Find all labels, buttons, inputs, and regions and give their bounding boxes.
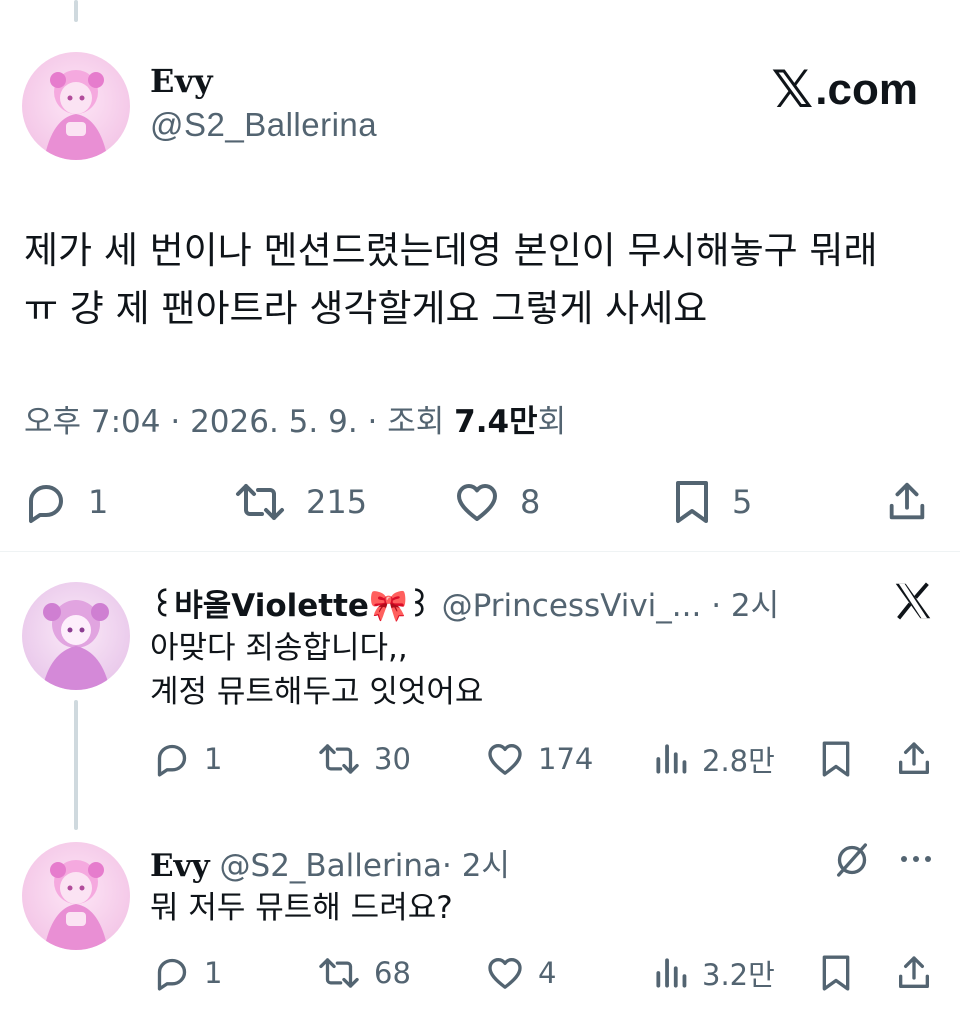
reply-author-handle[interactable]: @S2_Ballerina bbox=[220, 848, 442, 884]
reply-icon bbox=[157, 958, 187, 991]
like-count: 4 bbox=[538, 956, 557, 990]
thread-line-top bbox=[74, 0, 78, 22]
share-button[interactable] bbox=[894, 738, 946, 780]
reply-button[interactable]: 1 bbox=[152, 952, 222, 994]
reply-header: ꒰뱌올Violette🎀꒱ @PrincessVivi_... · 2시 bbox=[150, 580, 779, 625]
reply-author-name[interactable]: Evy bbox=[150, 848, 210, 884]
retweet-count: 68 bbox=[374, 956, 411, 990]
reply-time[interactable]: · 2시 bbox=[711, 588, 779, 624]
reply-text: 아맞다 죄송합니다,, 계정 뮤트해두고 잇엇어요 bbox=[150, 630, 484, 710]
retweet-icon bbox=[319, 744, 359, 774]
views-button[interactable]: 2.8만 bbox=[652, 738, 775, 780]
grok-icon[interactable] bbox=[832, 840, 872, 880]
reply-author-handle[interactable]: @PrincessVivi_... bbox=[442, 588, 702, 624]
more-icon[interactable] bbox=[896, 844, 936, 874]
tweet-meta: 오후 7:04 · 2026. 5. 9. · 조회 7.4만회 bbox=[24, 396, 566, 441]
like-button[interactable]: 174 bbox=[484, 738, 593, 780]
site-label: .com bbox=[815, 65, 918, 114]
divider bbox=[0, 551, 960, 552]
retweet-count: 30 bbox=[374, 742, 411, 776]
thread-line-middle bbox=[74, 700, 78, 830]
retweet-icon bbox=[319, 958, 359, 988]
reply-count: 1 bbox=[204, 956, 223, 990]
views-count: 3.2만 bbox=[702, 958, 775, 992]
bookmark-icon bbox=[822, 741, 850, 777]
reply-icon bbox=[157, 744, 187, 777]
avatar[interactable] bbox=[22, 842, 130, 950]
x-logo-icon bbox=[890, 578, 936, 624]
share-icon bbox=[889, 482, 925, 520]
retweet-count: 215 bbox=[306, 483, 368, 521]
reply-header: Evy @S2_Ballerina· 2시 bbox=[150, 840, 510, 885]
reply-author-name[interactable]: ꒰뱌올Violette🎀꒱ bbox=[150, 588, 432, 624]
bookmark-count: 5 bbox=[732, 483, 753, 521]
avatar[interactable] bbox=[22, 52, 130, 160]
reply-count: 1 bbox=[88, 483, 109, 521]
tweet-text-line1: 제가 세 번이나 멘션드렸는데영 본인이 무시해놓구 뭐래 bbox=[24, 229, 878, 272]
tweet-text: 제가 세 번이나 멘션드렸는데영 본인이 무시해놓구 뭐래 ㅠ 걍 제 팬아트라 … bbox=[24, 222, 924, 338]
author-handle[interactable]: @S2_Ballerina bbox=[150, 106, 377, 144]
views-icon bbox=[656, 958, 687, 988]
share-icon bbox=[899, 956, 929, 988]
reply-icon bbox=[29, 485, 63, 523]
site-watermark: 𝕏 .com bbox=[771, 64, 918, 116]
views-count: 7.4만 bbox=[454, 404, 538, 440]
like-icon bbox=[457, 484, 497, 521]
reply-button[interactable]: 1 bbox=[22, 478, 108, 526]
bookmark-icon bbox=[676, 481, 708, 523]
like-count: 8 bbox=[520, 483, 541, 521]
avatar[interactable] bbox=[22, 582, 130, 690]
retweet-button[interactable]: 68 bbox=[316, 952, 411, 994]
author-name[interactable]: Evy bbox=[150, 62, 213, 100]
retweet-button[interactable]: 215 bbox=[232, 478, 367, 526]
share-button[interactable] bbox=[894, 952, 946, 994]
reply-count: 1 bbox=[204, 742, 223, 776]
bookmark-icon bbox=[822, 955, 850, 991]
like-icon bbox=[488, 958, 522, 989]
tweet-timestamp[interactable]: 오후 7:04 · 2026. 5. 9. · 조회 bbox=[24, 404, 454, 440]
share-icon bbox=[899, 742, 929, 774]
like-button[interactable]: 8 bbox=[452, 478, 540, 526]
like-button[interactable]: 4 bbox=[484, 952, 556, 994]
retweet-icon bbox=[236, 484, 284, 520]
like-count: 174 bbox=[538, 742, 594, 776]
views-button[interactable]: 3.2만 bbox=[652, 952, 775, 994]
bookmark-button[interactable]: 5 bbox=[670, 478, 752, 526]
reply-text: 뭐 저두 뮤트해 드려요? bbox=[150, 890, 453, 926]
x-logo-icon: 𝕏 bbox=[771, 60, 814, 120]
views-count: 2.8만 bbox=[702, 744, 775, 778]
share-button[interactable] bbox=[884, 478, 948, 526]
bookmark-button[interactable] bbox=[818, 952, 866, 994]
like-icon bbox=[488, 744, 522, 775]
reply-button[interactable]: 1 bbox=[152, 738, 222, 780]
tweet-text-line2: ㅠ 걍 제 팬아트라 생각할게요 그렇게 사세요 bbox=[24, 287, 708, 330]
reply-time[interactable]: · 2시 bbox=[442, 848, 510, 884]
views-icon bbox=[656, 744, 687, 774]
retweet-button[interactable]: 30 bbox=[316, 738, 411, 780]
views-suffix: 회 bbox=[537, 404, 567, 440]
bookmark-button[interactable] bbox=[818, 738, 866, 780]
